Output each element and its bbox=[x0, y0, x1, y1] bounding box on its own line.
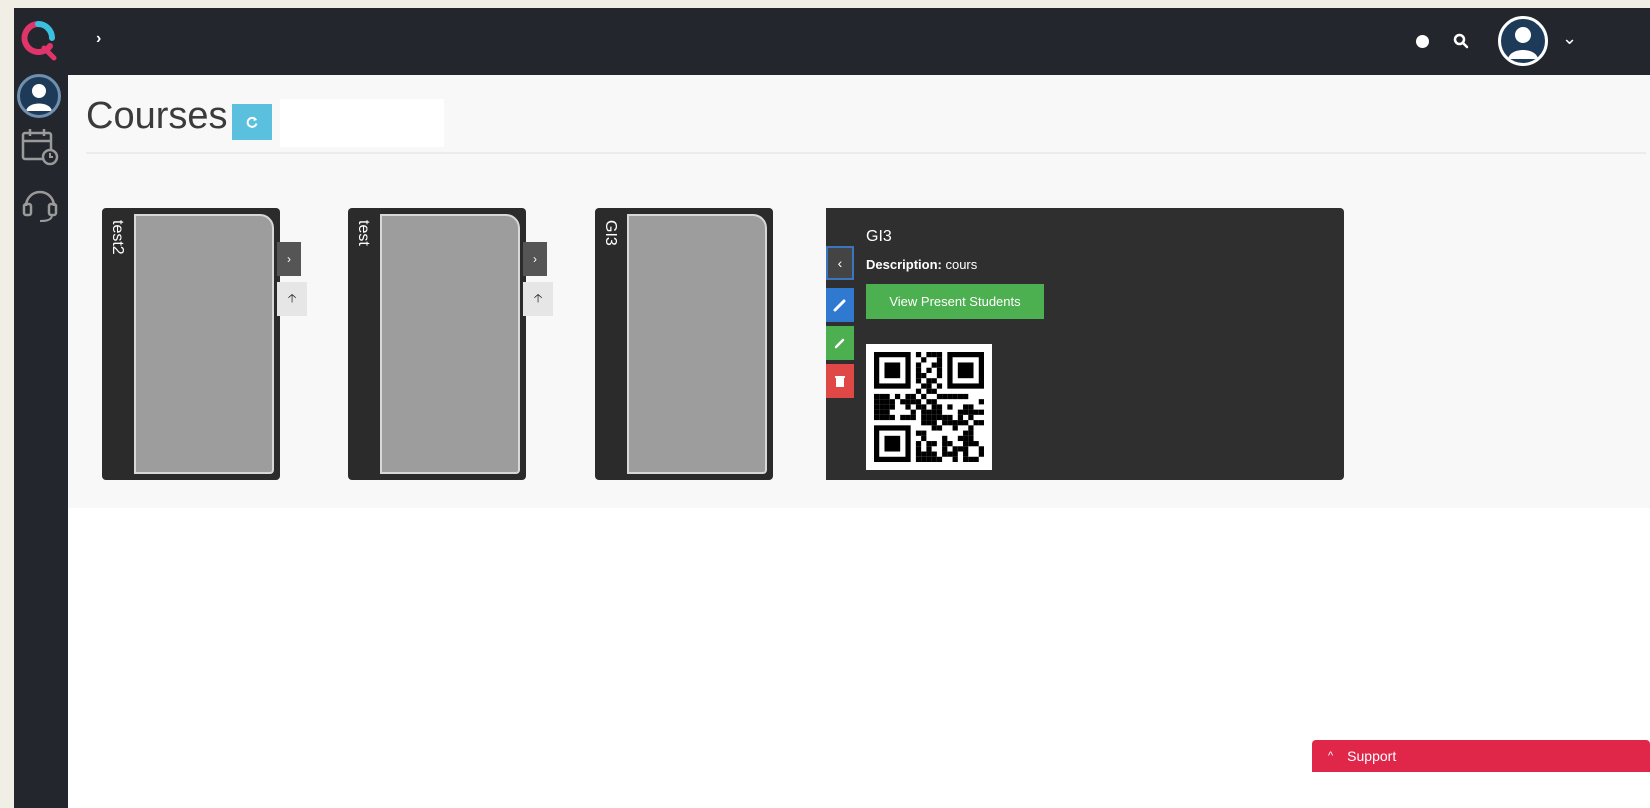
chevron-left-icon: ‹ bbox=[837, 255, 843, 271]
app-frame: › ⌄ Courses test2 › 🡡 test › 🡡 GI3 ‹ GI3… bbox=[14, 8, 1650, 808]
refresh-button[interactable] bbox=[232, 104, 272, 140]
chevron-up-icon: ^ bbox=[1328, 750, 1334, 762]
chevron-right-icon: › bbox=[287, 252, 291, 266]
course-search-input[interactable] bbox=[280, 99, 444, 147]
detail-description: Description: cours bbox=[866, 257, 977, 272]
course-spine: test bbox=[348, 208, 378, 480]
arrow-up-icon: 🡡 bbox=[287, 290, 297, 305]
page-title: Courses bbox=[86, 95, 228, 137]
top-navbar: › ⌄ bbox=[68, 8, 1650, 75]
qr-code-image bbox=[874, 352, 984, 462]
course-name: test bbox=[355, 220, 372, 246]
course-card[interactable]: test2 bbox=[102, 208, 280, 480]
app-logo[interactable] bbox=[18, 18, 58, 62]
course-detail-popover: ‹ GI3 Description: cours View Present St… bbox=[826, 208, 1344, 480]
course-cover[interactable] bbox=[380, 214, 520, 474]
course-spine: test2 bbox=[102, 208, 132, 480]
arrow-up-icon: 🡡 bbox=[533, 290, 543, 305]
status-dot-icon[interactable] bbox=[1416, 35, 1429, 48]
open-course-button[interactable]: › bbox=[523, 242, 547, 276]
course-card[interactable]: test bbox=[348, 208, 526, 480]
course-cover[interactable] bbox=[134, 214, 274, 474]
headset-icon[interactable] bbox=[20, 184, 60, 224]
move-up-button[interactable]: 🡡 bbox=[277, 282, 307, 316]
collapse-button[interactable]: ‹ bbox=[826, 246, 854, 280]
user-menu-chevron-down-icon[interactable]: ⌄ bbox=[1562, 28, 1577, 49]
user-avatar-icon[interactable] bbox=[1498, 16, 1548, 66]
refresh-icon bbox=[246, 116, 258, 128]
course-spine: GI3 bbox=[595, 208, 625, 480]
course-name: test2 bbox=[109, 220, 126, 255]
course-card[interactable]: GI3 bbox=[595, 208, 773, 480]
support-label: Support bbox=[1347, 748, 1397, 764]
divider bbox=[86, 152, 1646, 154]
breadcrumb-chevron-icon[interactable]: › bbox=[96, 30, 101, 48]
user-avatar-icon[interactable] bbox=[17, 74, 61, 118]
view-present-students-button[interactable]: View Present Students bbox=[866, 284, 1044, 319]
delete-button[interactable] bbox=[826, 364, 854, 398]
description-label: Description: bbox=[866, 257, 942, 272]
edit-button[interactable] bbox=[826, 288, 854, 322]
open-course-button[interactable]: › bbox=[277, 242, 301, 276]
course-cover[interactable] bbox=[627, 214, 767, 474]
rename-button[interactable] bbox=[826, 326, 854, 360]
trash-icon bbox=[835, 376, 845, 387]
pencil-icon bbox=[834, 338, 845, 349]
brush-icon bbox=[833, 299, 846, 312]
chevron-right-icon: › bbox=[533, 252, 537, 266]
qr-code bbox=[866, 344, 992, 470]
description-value: cours bbox=[945, 257, 978, 272]
search-icon[interactable] bbox=[1452, 32, 1470, 50]
sidebar bbox=[14, 8, 68, 808]
support-tab[interactable]: ^ Support bbox=[1312, 740, 1650, 772]
move-up-button[interactable]: 🡡 bbox=[523, 282, 553, 316]
courses-panel: Courses test2 › 🡡 test › 🡡 GI3 ‹ GI3 Des… bbox=[68, 75, 1650, 508]
detail-title: GI3 bbox=[866, 228, 892, 245]
calendar-clock-icon[interactable] bbox=[20, 126, 60, 166]
course-name: GI3 bbox=[602, 220, 619, 246]
